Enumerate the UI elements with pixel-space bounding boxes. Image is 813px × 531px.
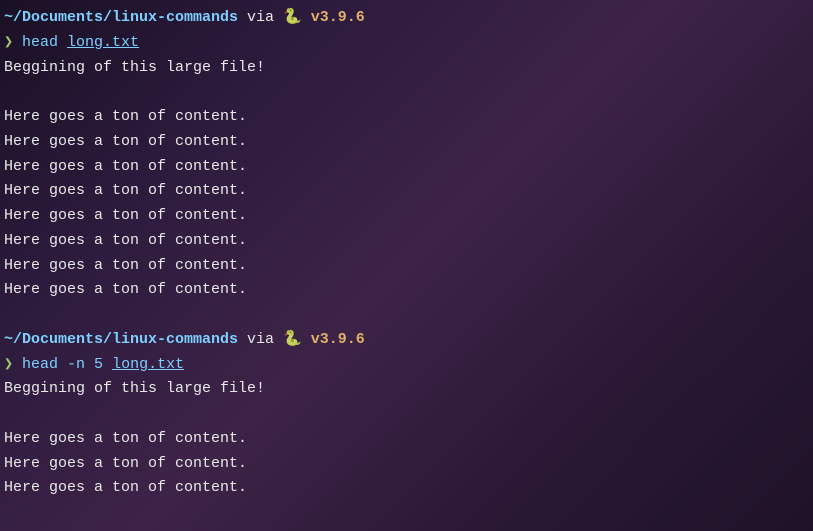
blank-separator xyxy=(4,303,809,328)
filename-arg: long.txt xyxy=(67,34,139,51)
command-output-1: Beggining of this large file! Here goes … xyxy=(4,56,809,304)
command-output-2: Beggining of this large file! Here goes … xyxy=(4,377,809,501)
filename-arg: long.txt xyxy=(112,356,184,373)
cwd-path: ~/Documents/linux-commands xyxy=(4,331,238,348)
terminal-block-2: ~/Documents/linux-commands via 🐍 v3.9.6 … xyxy=(4,328,809,501)
python-version: v3.9.6 xyxy=(311,331,365,348)
terminal-block-1: ~/Documents/linux-commands via 🐍 v3.9.6 … xyxy=(4,6,809,303)
snake-icon: 🐍 xyxy=(283,331,311,348)
prompt-path-line-2: ~/Documents/linux-commands via 🐍 v3.9.6 xyxy=(4,328,809,353)
via-text: via xyxy=(238,331,283,348)
command-line-2[interactable]: ❯ head -n 5 long.txt xyxy=(4,353,809,378)
prompt-path-line-1: ~/Documents/linux-commands via 🐍 v3.9.6 xyxy=(4,6,809,31)
cwd-path: ~/Documents/linux-commands xyxy=(4,9,238,26)
via-text: via xyxy=(238,9,283,26)
prompt-arrow-icon: ❯ xyxy=(4,34,13,51)
prompt-arrow-icon: ❯ xyxy=(4,356,13,373)
command-text: head -n 5 xyxy=(13,356,112,373)
command-line-1[interactable]: ❯ head long.txt xyxy=(4,31,809,56)
snake-icon: 🐍 xyxy=(283,9,311,26)
python-version: v3.9.6 xyxy=(311,9,365,26)
command-text: head xyxy=(13,34,67,51)
